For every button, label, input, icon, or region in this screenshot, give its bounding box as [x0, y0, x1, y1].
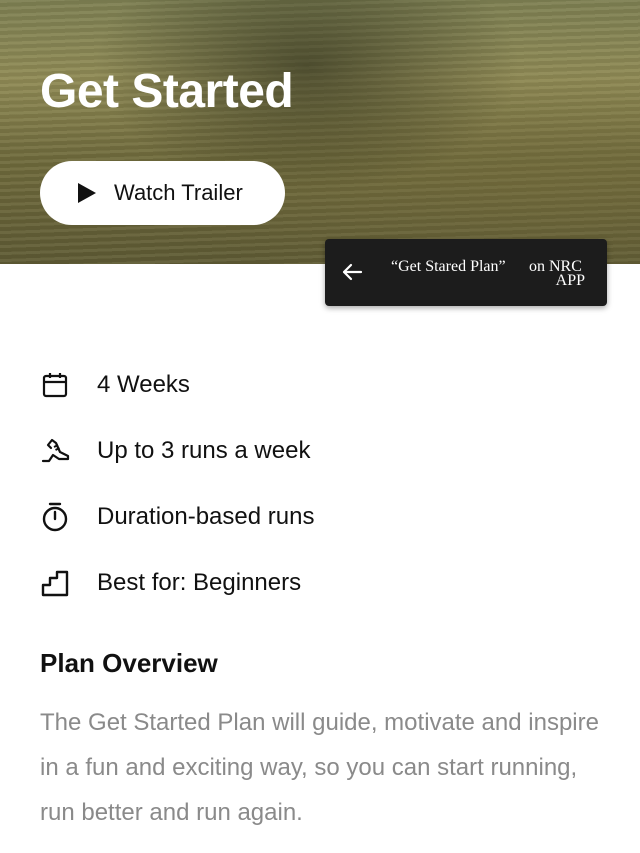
feature-run-type: Duration-based runs — [40, 484, 600, 550]
feature-label: Up to 3 runs a week — [97, 437, 311, 464]
feature-label: Best for: Beginners — [97, 569, 302, 596]
calendar-icon — [40, 370, 70, 400]
plan-features-list: 4 Weeks Up to 3 runs a week Duration-bas… — [40, 352, 600, 616]
feature-label: Duration-based runs — [97, 503, 315, 530]
running-shoe-icon — [40, 436, 70, 466]
feature-runs-per-week: Up to 3 runs a week — [40, 418, 600, 484]
stopwatch-icon — [40, 502, 70, 532]
nrc-banner-plan-name: “Get Stared Plan” — [391, 258, 506, 275]
page-title: Get Started — [40, 65, 294, 118]
nrc-app-banner[interactable]: “Get Stared Plan” on NRC APP — [325, 239, 607, 306]
watch-trailer-button[interactable]: Watch Trailer — [40, 161, 285, 225]
play-icon — [78, 183, 96, 203]
arrow-left-icon — [342, 263, 363, 281]
feature-duration-weeks: 4 Weeks — [40, 352, 600, 418]
nrc-banner-app: APP — [555, 272, 585, 289]
stairs-icon — [40, 568, 70, 598]
plan-overview-description: The Get Started Plan will guide, motivat… — [40, 709, 599, 826]
plan-overview-heading: Plan Overview — [40, 648, 218, 678]
feature-level: Best for: Beginners — [40, 550, 600, 616]
hero-banner: Get Started Watch Trailer — [0, 0, 640, 264]
feature-label: 4 Weeks — [97, 371, 190, 398]
watch-trailer-label: Watch Trailer — [114, 180, 243, 205]
